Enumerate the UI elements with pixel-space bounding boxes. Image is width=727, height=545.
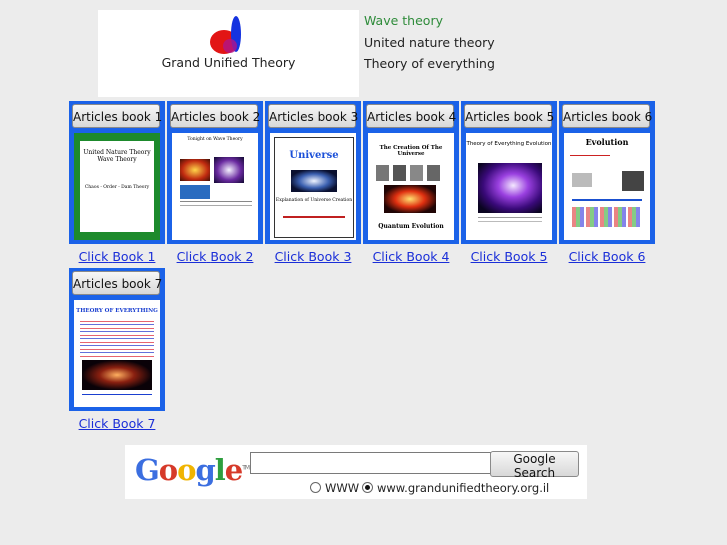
book-cover-5[interactable]: Theory of Everything Evolution: [466, 133, 552, 240]
radio-www-label: WWW: [325, 481, 360, 495]
book-cover-6-title: Evolution: [585, 137, 629, 147]
google-logo-letter: e: [224, 453, 243, 487]
site-title: Grand Unified Theory: [161, 55, 296, 70]
google-search-button[interactable]: Google Search: [490, 451, 579, 480]
book-card-5: Articles book 5 Theory of Everything Evo…: [461, 101, 557, 244]
book-word: Book 2: [210, 249, 254, 264]
articles-book-2-button[interactable]: Articles book 2: [170, 104, 260, 128]
click-book-2-link[interactable]: Click Book 2: [167, 249, 263, 264]
click-word: Click: [78, 416, 109, 431]
click-book-7-link[interactable]: Click Book 7: [69, 416, 165, 431]
google-logo-letter: g: [195, 453, 215, 487]
click-book-3-link[interactable]: Click Book 3: [265, 249, 361, 264]
book-word: Book 1: [112, 249, 156, 264]
book-cover-1-subtitle: Chaos - Order - Dam Theory: [84, 185, 150, 190]
book-cover-3-title: Universe: [289, 150, 339, 161]
click-word: Click: [372, 249, 403, 264]
articles-book-3-button[interactable]: Articles book 3: [268, 104, 358, 128]
book-cover-4-title: The Creation Of The Universe: [379, 145, 443, 157]
google-logo-letter: o: [158, 453, 178, 487]
radio-site[interactable]: [362, 482, 373, 493]
radio-option-site[interactable]: www.grandunifiedtheory.org.il: [362, 481, 549, 495]
book-cover-2-title: Tonight on Wave Theory: [187, 137, 243, 142]
trademark-mark: TM: [242, 464, 250, 472]
click-word: Click: [470, 249, 501, 264]
google-logo-letter: G: [135, 453, 160, 487]
book-word: Book 3: [308, 249, 352, 264]
book-word: Book 6: [602, 249, 646, 264]
click-word: Click: [274, 249, 305, 264]
radio-site-label: www.grandunifiedtheory.org.il: [377, 481, 550, 495]
click-book-4-link[interactable]: Click Book 4: [363, 249, 459, 264]
book-cover-4[interactable]: The Creation Of The Universe Quantum Evo…: [368, 133, 454, 240]
click-word: Click: [568, 249, 599, 264]
book-cover-6[interactable]: Evolution: [564, 133, 650, 240]
radio-option-www[interactable]: WWW: [310, 481, 359, 495]
book-word: Book 7: [112, 416, 156, 431]
radio-www[interactable]: [310, 482, 321, 493]
book-word: Book 4: [406, 249, 450, 264]
book-word: Book 5: [504, 249, 548, 264]
book-cover-1-title: United Nature Theory Wave Theory: [83, 149, 151, 163]
nav-link-united-nature-theory[interactable]: United nature theory: [364, 35, 495, 50]
site-logo-icon: [210, 16, 241, 54]
google-logo: GoogleTM: [135, 453, 250, 487]
site-logo-box[interactable]: Grand Unified Theory: [98, 10, 359, 97]
google-logo-letter: o: [177, 453, 196, 487]
nav-link-theory-of-everything[interactable]: Theory of everything: [364, 56, 495, 71]
book-cover-4-subtitle: Quantum Evolution: [378, 223, 444, 230]
click-word: Click: [176, 249, 207, 264]
book-cover-5-title: Theory of Everything Evolution: [466, 141, 552, 147]
google-search-box: GoogleTM Google Search WWW www.grandunif…: [125, 445, 587, 499]
book-card-3: Articles book 3 Universe Explanation of …: [265, 101, 361, 244]
articles-book-7-button[interactable]: Articles book 7: [72, 271, 162, 295]
book-cover-3[interactable]: Universe Explanation of Universe Creatio…: [270, 133, 356, 240]
book-cover-7-title: THEORY OF EVERYTHING: [76, 308, 158, 314]
search-input[interactable]: [250, 452, 491, 474]
click-book-1-link[interactable]: Click Book 1: [69, 249, 165, 264]
click-word: Click: [78, 249, 109, 264]
articles-book-6-button[interactable]: Articles book 6: [562, 104, 652, 128]
click-book-6-link[interactable]: Click Book 6: [559, 249, 655, 264]
book-cover-1[interactable]: United Nature Theory Wave Theory Chaos -…: [74, 133, 160, 240]
click-book-5-link[interactable]: Click Book 5: [461, 249, 557, 264]
google-logo-letter: l: [214, 453, 226, 487]
book-card-4: Articles book 4 The Creation Of The Univ…: [363, 101, 459, 244]
articles-book-5-button[interactable]: Articles book 5: [464, 104, 554, 128]
book-card-1: Articles book 1 United Nature Theory Wav…: [69, 101, 165, 244]
book-cover-7[interactable]: THEORY OF EVERYTHING: [74, 300, 160, 407]
page: Grand Unified Theory Wave theory United …: [0, 0, 727, 545]
nav-link-wave-theory[interactable]: Wave theory: [364, 13, 443, 28]
articles-book-4-button[interactable]: Articles book 4: [366, 104, 456, 128]
book-card-2: Articles book 2 Tonight on Wave Theory: [167, 101, 263, 244]
book-card-6: Articles book 6 Evolution: [559, 101, 655, 244]
book-card-7: Articles book 7 THEORY OF EVERYTHING: [69, 268, 165, 411]
articles-book-1-button[interactable]: Articles book 1: [72, 104, 162, 128]
book-cover-3-subtitle: Explanation of Universe Creation: [275, 198, 353, 203]
book-cover-2[interactable]: Tonight on Wave Theory: [172, 133, 258, 240]
